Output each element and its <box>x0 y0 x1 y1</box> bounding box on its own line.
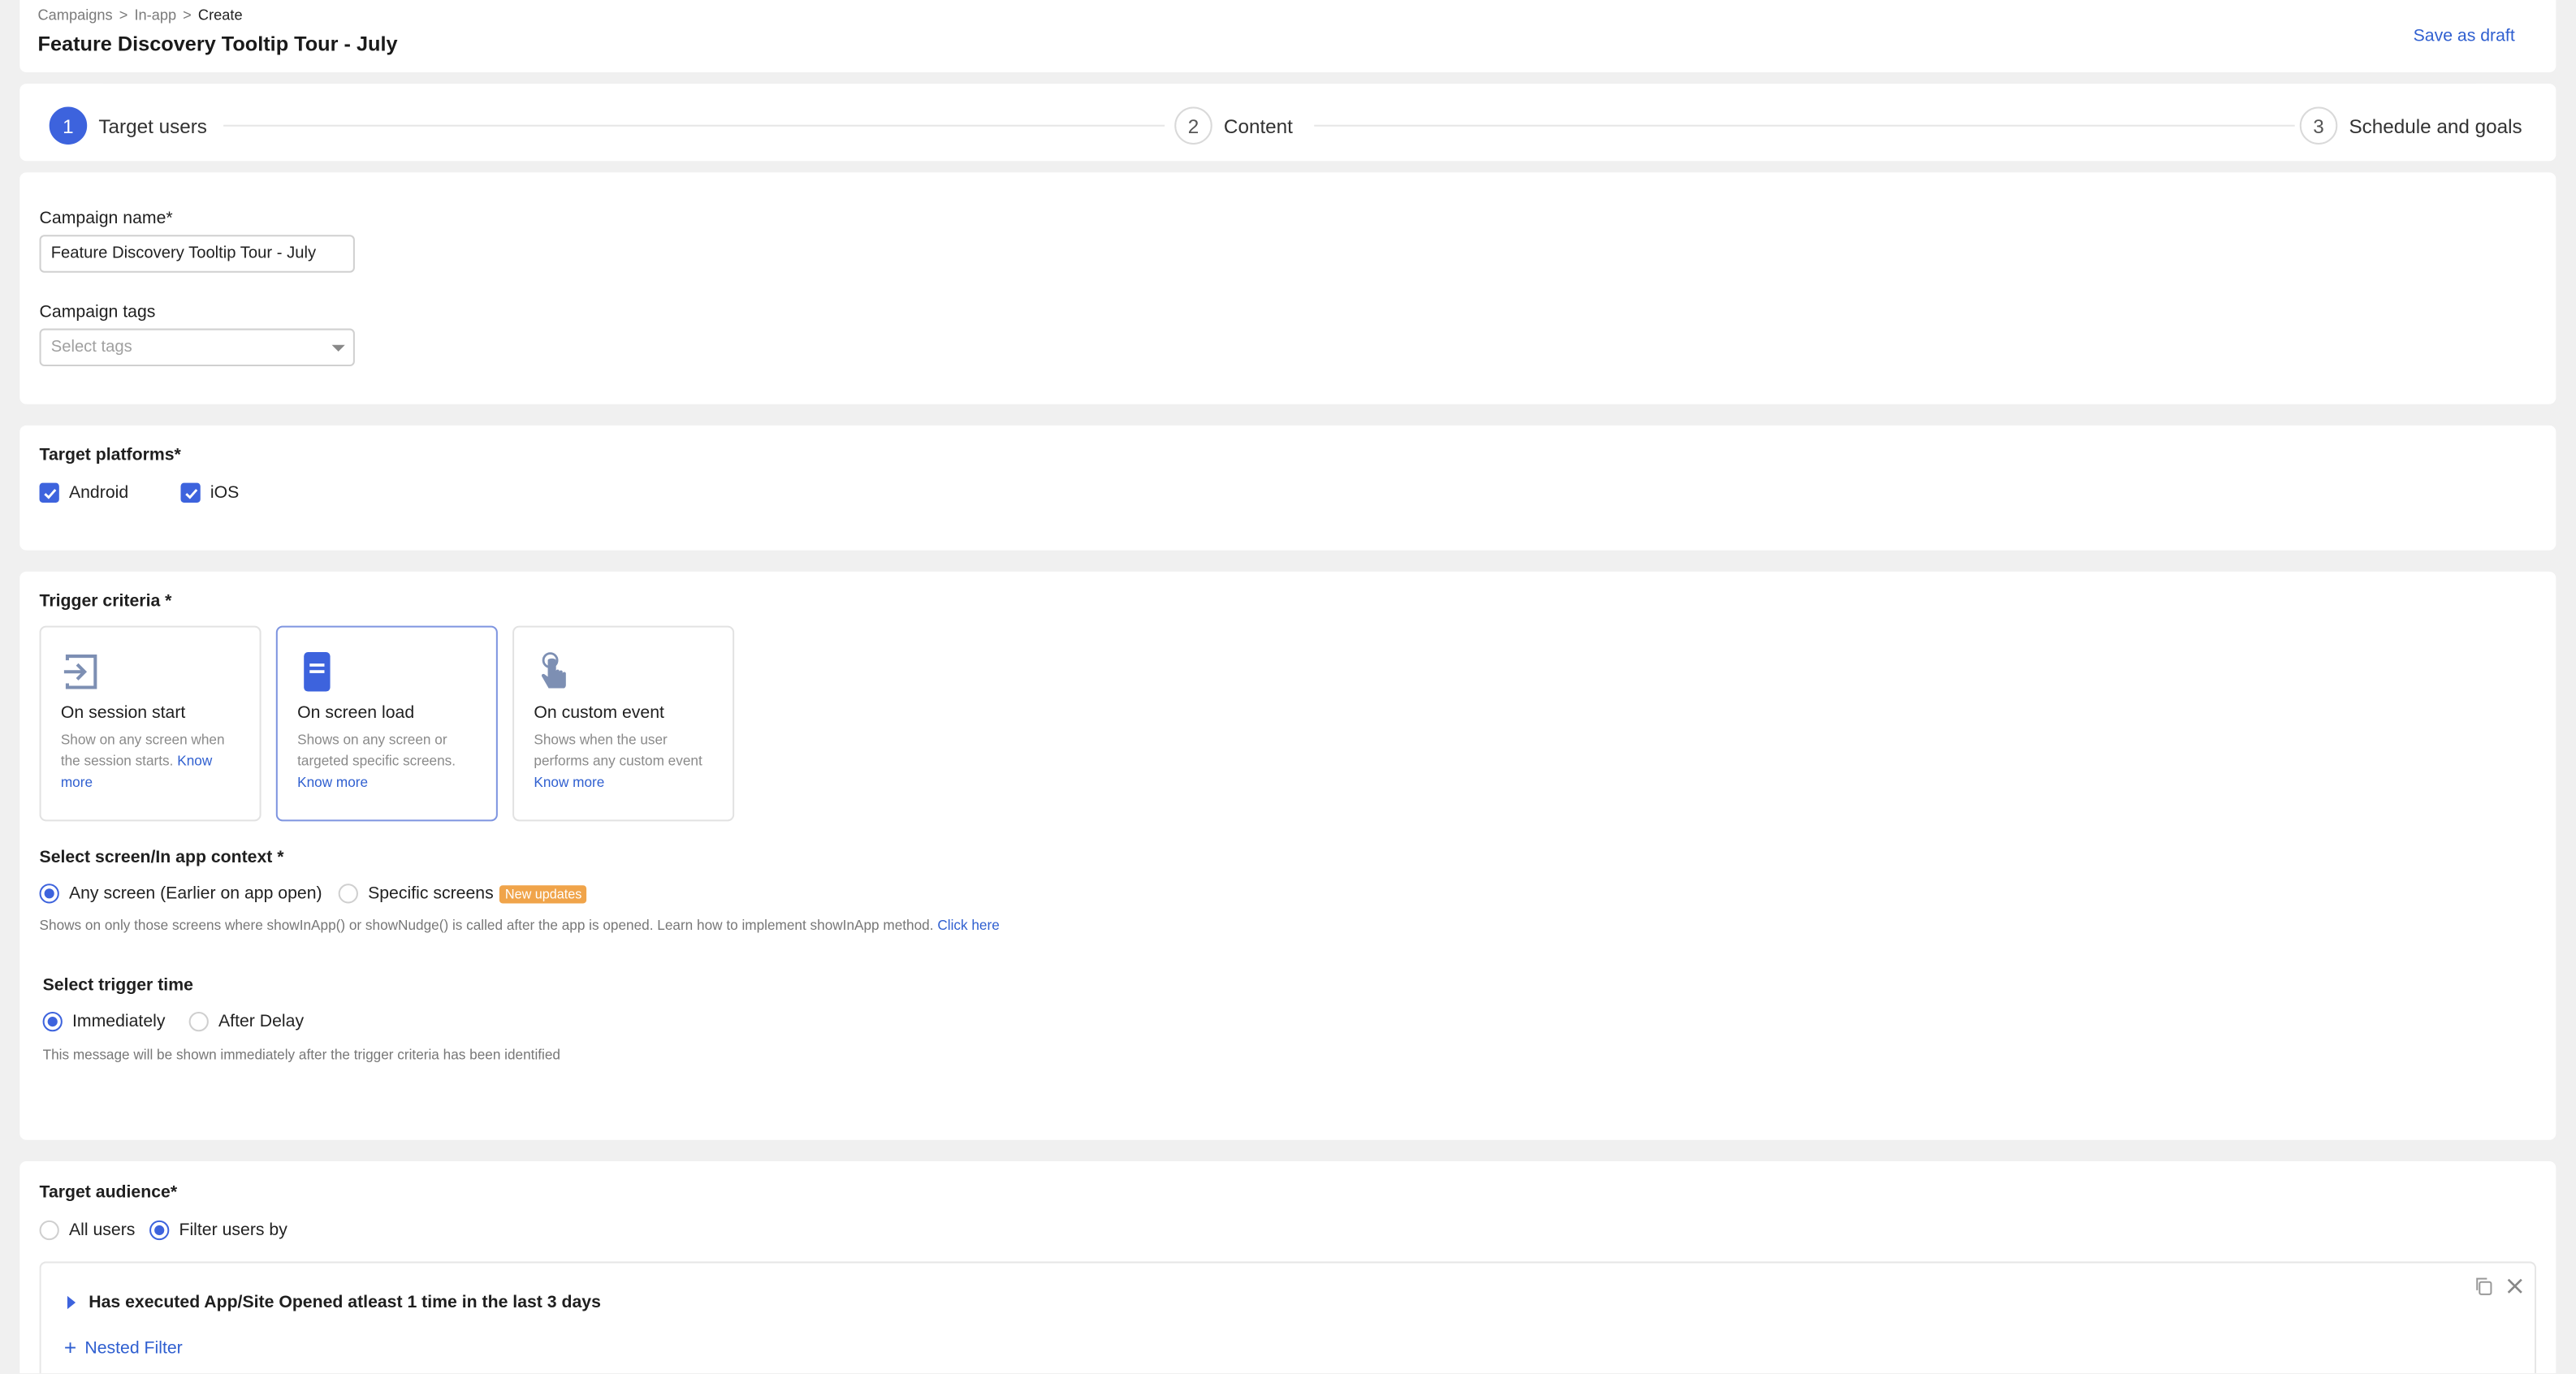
step-number: 2 <box>1174 106 1212 145</box>
screen-context-label: Select screen/In app context * <box>39 847 284 867</box>
specific-screens-radio[interactable]: Specific screens New updates <box>338 884 587 904</box>
step-number: 1 <box>49 106 88 145</box>
breadcrumb-separator: > <box>183 6 192 24</box>
step-number: 3 <box>2299 106 2338 145</box>
filter-box: Has executed App/Site Opened atleast 1 t… <box>39 1261 2537 1373</box>
target-platforms-section: Target platforms* Android iOS <box>19 425 2557 551</box>
tile-description: Shows on any screen or targeted specific… <box>297 729 482 793</box>
step-schedule-and-goals[interactable]: 3 Schedule and goals <box>2299 106 2522 145</box>
breadcrumb-separator: > <box>119 6 128 24</box>
filter-users-radio[interactable]: Filter users by <box>149 1220 287 1241</box>
copy-icon[interactable] <box>2474 1277 2493 1296</box>
tile-description: Shows when the user performs any custom … <box>534 729 718 793</box>
step-connector <box>1314 124 2295 127</box>
target-audience-label: Target audience* <box>39 1182 178 1203</box>
any-screen-label: Any screen (Earlier on app open) <box>68 884 322 904</box>
know-more-link[interactable]: Know more <box>534 774 604 790</box>
step-label: Content <box>1223 114 1293 137</box>
all-users-label: All users <box>68 1220 136 1241</box>
filter-condition-row[interactable]: Has executed App/Site Opened atleast 1 t… <box>67 1293 601 1312</box>
campaign-tags-select[interactable]: Select tags <box>39 328 355 367</box>
tap-hand-icon <box>541 652 566 689</box>
target-audience-section: Target audience* All users Filter users … <box>19 1161 2557 1373</box>
step-connector <box>223 124 1165 127</box>
new-updates-badge: New updates <box>499 884 587 903</box>
breadcrumb-in-app[interactable]: In-app <box>134 6 176 23</box>
screen-context-hint: Shows on only those screens where showIn… <box>40 917 1000 933</box>
radio-selected-icon <box>42 1011 63 1032</box>
save-as-draft-button[interactable]: Save as draft <box>2414 26 2515 45</box>
close-icon[interactable] <box>2505 1277 2525 1296</box>
trigger-time-hint: This message will be shown immediately a… <box>42 1046 560 1063</box>
radio-empty-icon <box>39 1220 59 1241</box>
tile-title: On custom event <box>534 702 664 723</box>
campaign-name-label: Campaign name* <box>39 208 173 229</box>
campaign-name-input[interactable]: Feature Discovery Tooltip Tour - July <box>39 235 355 273</box>
stepper: 1 Target users 2 Content 3 Schedule and … <box>19 84 2557 162</box>
page-title: Feature Discovery Tooltip Tour - July <box>37 32 398 56</box>
immediately-radio[interactable]: Immediately <box>42 1011 166 1032</box>
check-icon <box>39 482 59 503</box>
tile-description: Show on any screen when the session star… <box>61 729 245 793</box>
after-delay-radio[interactable]: After Delay <box>188 1011 305 1032</box>
any-screen-radio[interactable]: Any screen (Earlier on app open) <box>39 884 322 904</box>
mobile-screen-icon <box>304 652 331 692</box>
radio-empty-icon <box>188 1011 209 1032</box>
radio-selected-icon <box>39 884 59 904</box>
radio-empty-icon <box>338 884 358 904</box>
trigger-tile-session-start[interactable]: On session start Show on any screen when… <box>39 625 261 822</box>
sign-in-icon <box>63 655 97 689</box>
ios-checkbox[interactable]: iOS <box>180 482 240 503</box>
android-label: Android <box>68 482 129 503</box>
tile-description-text: Shows on any screen or targeted specific… <box>297 731 456 769</box>
trigger-tile-custom-event[interactable]: On custom event Shows when the user perf… <box>512 625 735 822</box>
step-target-users[interactable]: 1 Target users <box>49 106 207 145</box>
tile-description-text: Shows when the user performs any custom … <box>534 731 702 769</box>
campaign-details-section: Campaign name* Feature Discovery Tooltip… <box>19 172 2557 404</box>
target-platforms-label: Target platforms* <box>39 445 181 465</box>
radio-selected-icon <box>149 1220 170 1241</box>
ios-label: iOS <box>210 482 240 503</box>
specific-screens-label: Specific screens <box>368 884 494 904</box>
caret-right-icon[interactable] <box>67 1295 76 1310</box>
trigger-criteria-label: Trigger criteria * <box>39 591 172 611</box>
after-delay-label: After Delay <box>218 1011 305 1032</box>
campaign-tags-label: Campaign tags <box>39 302 156 322</box>
all-users-radio[interactable]: All users <box>39 1220 136 1241</box>
step-label: Target users <box>98 114 207 137</box>
tile-title: On session start <box>60 702 186 723</box>
immediately-label: Immediately <box>71 1011 166 1032</box>
click-here-link[interactable]: Click here <box>937 917 999 933</box>
tile-title: On screen load <box>297 702 415 723</box>
screen-context-hint-text: Shows on only those screens where showIn… <box>39 916 934 933</box>
filter-condition-text: Has executed App/Site Opened atleast 1 t… <box>89 1292 601 1313</box>
breadcrumb-campaigns[interactable]: Campaigns <box>38 6 113 23</box>
trigger-time-label: Select trigger time <box>42 975 193 996</box>
check-icon <box>180 482 201 503</box>
nested-filter-button[interactable]: + Nested Filter <box>63 1335 183 1360</box>
step-content[interactable]: 2 Content <box>1174 106 1293 145</box>
plus-icon: + <box>63 1335 77 1360</box>
trigger-tile-screen-load[interactable]: On screen load Shows on any screen or ta… <box>275 625 498 822</box>
filter-users-label: Filter users by <box>179 1220 287 1241</box>
nested-filter-label: Nested Filter <box>84 1338 183 1359</box>
breadcrumb: Campaigns > In-app > Create <box>38 6 243 23</box>
android-checkbox[interactable]: Android <box>39 482 129 503</box>
know-more-link[interactable]: Know more <box>297 774 368 790</box>
breadcrumb-create: Create <box>197 6 243 24</box>
step-label: Schedule and goals <box>2349 114 2522 137</box>
page-header: Campaigns > In-app > Create Feature Discover… <box>19 0 2557 72</box>
campaign-tags-placeholder: Select tags <box>50 338 132 356</box>
chevron-down-icon <box>331 344 345 352</box>
